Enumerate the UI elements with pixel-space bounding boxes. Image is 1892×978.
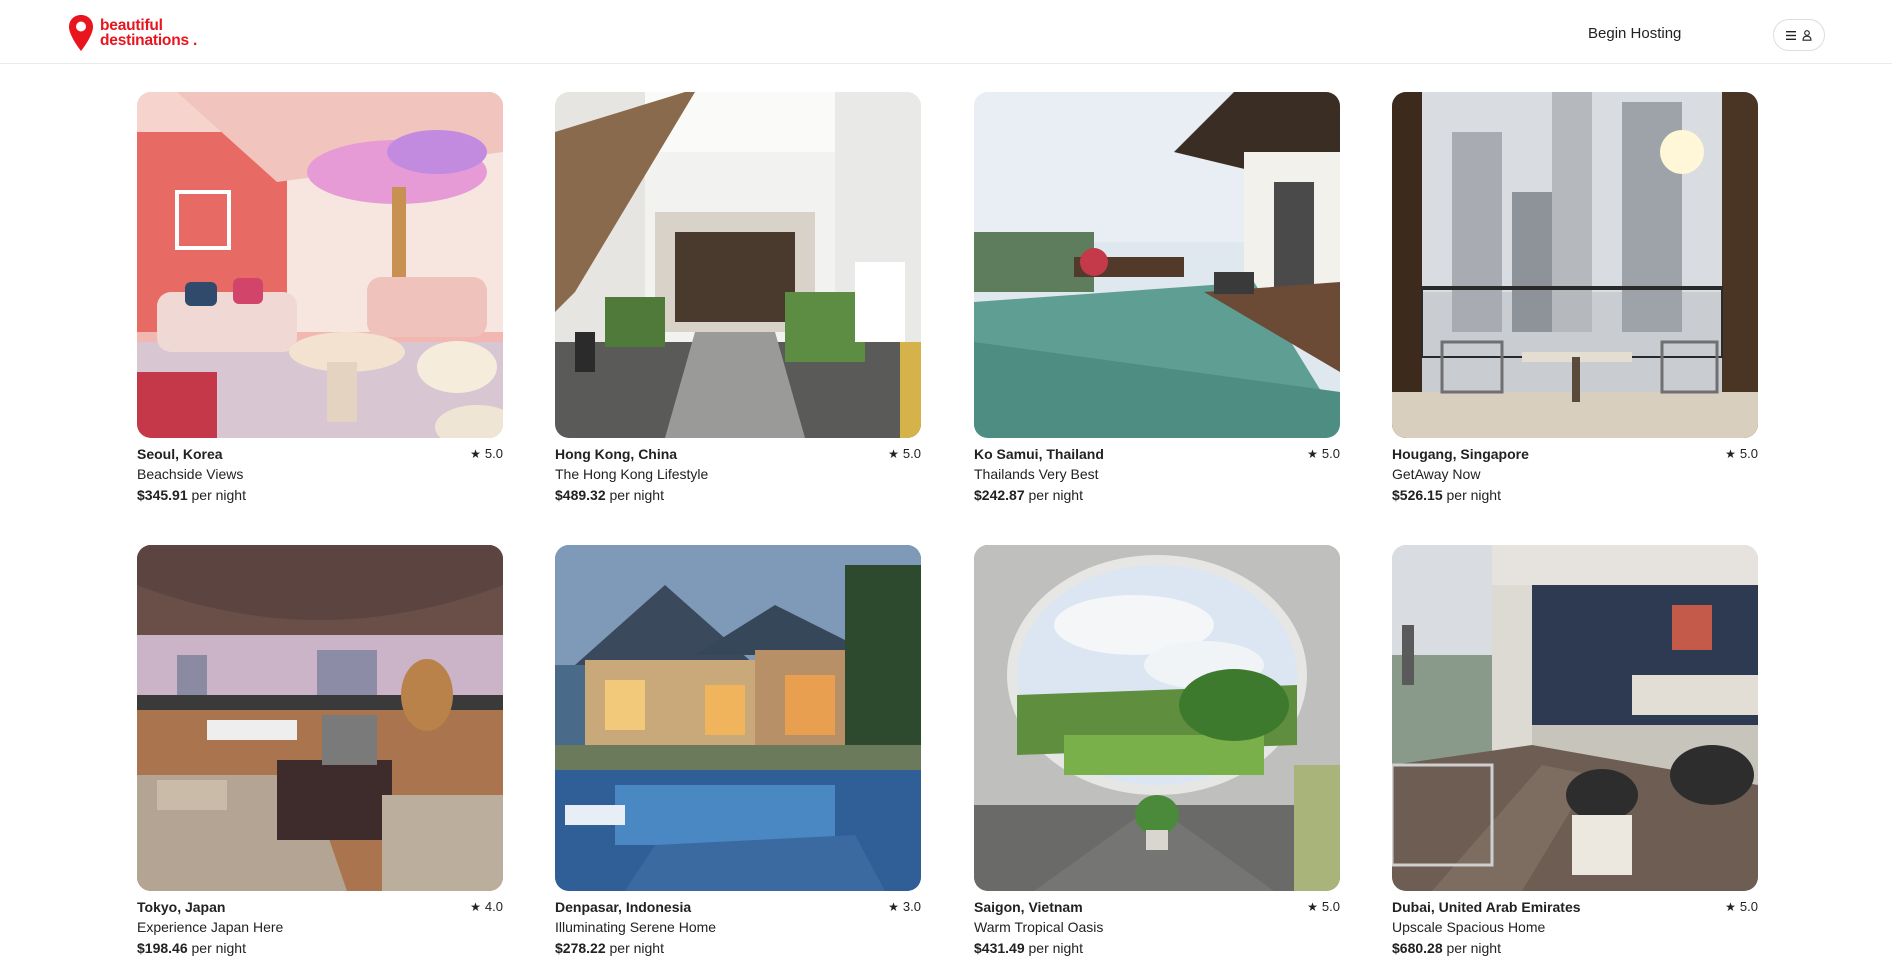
price-unit: per night bbox=[1028, 940, 1083, 956]
listing-photo[interactable] bbox=[974, 92, 1340, 438]
listing-price-row: $526.15 per night bbox=[1392, 486, 1758, 505]
listing-title: Experience Japan Here bbox=[137, 919, 284, 935]
listing-title: Upscale Spacious Home bbox=[1392, 919, 1546, 935]
listing-rating: ★ 5.0 bbox=[470, 446, 503, 461]
star-icon: ★ bbox=[1725, 446, 1736, 461]
listing-price: $680.28 bbox=[1392, 940, 1443, 956]
listing-card-tokyo[interactable]: Tokyo, Japan ★ 4.0 Experience Japan Here … bbox=[137, 545, 503, 958]
listing-price: $345.91 bbox=[137, 487, 188, 503]
star-icon: ★ bbox=[1307, 899, 1318, 914]
listing-rating: ★ 5.0 bbox=[1725, 446, 1758, 461]
price-unit: per night bbox=[1028, 487, 1083, 503]
listing-photo[interactable] bbox=[137, 545, 503, 891]
rating-value: 5.0 bbox=[484, 446, 503, 461]
brand-line1: beautiful bbox=[100, 17, 163, 34]
star-icon: ★ bbox=[1725, 899, 1736, 914]
rating-value: 5.0 bbox=[1321, 899, 1340, 914]
price-unit: per night bbox=[1446, 487, 1501, 503]
listing-price: $198.46 bbox=[137, 940, 188, 956]
price-unit: per night bbox=[191, 940, 246, 956]
rating-value: 5.0 bbox=[902, 446, 921, 461]
listing-title: The Hong Kong Lifestyle bbox=[555, 466, 709, 482]
listing-rating: ★ 4.0 bbox=[470, 899, 503, 914]
price-unit: per night bbox=[1446, 940, 1501, 956]
villa-pool-night-photo bbox=[555, 545, 921, 891]
star-icon: ★ bbox=[470, 446, 481, 461]
rating-value: 5.0 bbox=[1739, 899, 1758, 914]
listing-rating: ★ 5.0 bbox=[1725, 899, 1758, 914]
listing-card-hong-kong[interactable]: Hong Kong, China ★ 5.0 The Hong Kong Life… bbox=[555, 92, 921, 505]
courtyard-house-photo bbox=[555, 92, 921, 438]
listing-title: Illuminating Serene Home bbox=[555, 919, 717, 935]
listing-location: Saigon, Vietnam bbox=[974, 898, 1083, 915]
listing-photo[interactable] bbox=[555, 545, 921, 891]
listing-photo[interactable] bbox=[137, 92, 503, 438]
location-pin-icon bbox=[69, 15, 93, 51]
listing-title: GetAway Now bbox=[1392, 466, 1481, 482]
listing-price-row: $680.28 per night bbox=[1392, 939, 1758, 958]
rating-value: 4.0 bbox=[484, 899, 503, 914]
listing-photo[interactable] bbox=[1392, 92, 1758, 438]
listing-card-seoul[interactable]: Seoul, Korea ★ 5.0 Beachside Views $345.9… bbox=[137, 92, 503, 505]
listing-card-ko-samui[interactable]: Ko Samui, Thailand ★ 5.0 Thailands Very B… bbox=[974, 92, 1340, 505]
listing-price: $489.32 bbox=[555, 487, 606, 503]
listing-price: $278.22 bbox=[555, 940, 606, 956]
listing-rating: ★ 5.0 bbox=[1307, 899, 1340, 914]
oval-window-photo bbox=[974, 545, 1340, 891]
user-icon bbox=[1802, 29, 1812, 41]
listing-rating: ★ 5.0 bbox=[888, 446, 921, 461]
listing-price: $242.87 bbox=[974, 487, 1025, 503]
listing-photo[interactable] bbox=[1392, 545, 1758, 891]
brand-name: beautiful destinations . bbox=[100, 17, 198, 49]
price-unit: per night bbox=[191, 487, 246, 503]
listing-rating: ★ 5.0 bbox=[1307, 446, 1340, 461]
listing-location: Seoul, Korea bbox=[137, 445, 223, 462]
hamburger-icon bbox=[1786, 30, 1796, 40]
price-unit: per night bbox=[609, 487, 664, 503]
modern-balcony-photo bbox=[1392, 545, 1758, 891]
rooftop-terrace-photo bbox=[137, 545, 503, 891]
rating-value: 3.0 bbox=[902, 899, 921, 914]
brand-logo[interactable]: beautiful destinations . bbox=[68, 14, 197, 52]
listing-card-denpasar[interactable]: Denpasar, Indonesia ★ 3.0 Illuminating Se… bbox=[555, 545, 921, 958]
listing-price-row: $198.46 per night bbox=[137, 939, 503, 958]
listing-location: Dubai, United Arab Emirates bbox=[1392, 898, 1581, 915]
city-balcony-photo bbox=[1392, 92, 1758, 438]
rating-value: 5.0 bbox=[1321, 446, 1340, 461]
star-icon: ★ bbox=[888, 446, 899, 461]
user-menu-button[interactable] bbox=[1773, 19, 1825, 51]
listing-price: $431.49 bbox=[974, 940, 1025, 956]
infinity-pool-photo bbox=[974, 92, 1340, 438]
star-icon: ★ bbox=[470, 899, 481, 914]
listing-card-hougang[interactable]: Hougang, Singapore ★ 5.0 GetAway Now $526… bbox=[1392, 92, 1758, 505]
price-unit: per night bbox=[609, 940, 664, 956]
listing-photo[interactable] bbox=[974, 545, 1340, 891]
listing-price: $526.15 bbox=[1392, 487, 1443, 503]
listing-price-row: $489.32 per night bbox=[555, 486, 921, 505]
listing-title: Warm Tropical Oasis bbox=[974, 919, 1104, 935]
rating-value: 5.0 bbox=[1739, 446, 1758, 461]
listing-title: Thailands Very Best bbox=[974, 466, 1099, 482]
listing-photo[interactable] bbox=[555, 92, 921, 438]
listing-price-row: $278.22 per night bbox=[555, 939, 921, 958]
top-navbar: beautiful destinations . Begin Hosting bbox=[0, 0, 1892, 64]
star-icon: ★ bbox=[1307, 446, 1318, 461]
brand-line2: destinations . bbox=[100, 32, 198, 49]
listing-title: Beachside Views bbox=[137, 466, 244, 482]
listing-card-dubai[interactable]: Dubai, United Arab Emirates ★ 5.0 Upscale… bbox=[1392, 545, 1758, 958]
listing-price-row: $242.87 per night bbox=[974, 486, 1340, 505]
listing-location: Denpasar, Indonesia bbox=[555, 898, 692, 915]
listing-location: Tokyo, Japan bbox=[137, 898, 226, 915]
listing-rating: ★ 3.0 bbox=[888, 899, 921, 914]
listing-price-row: $431.49 per night bbox=[974, 939, 1340, 958]
listing-card-saigon[interactable]: Saigon, Vietnam ★ 5.0 Warm Tropical Oasis… bbox=[974, 545, 1340, 958]
listing-location: Hougang, Singapore bbox=[1392, 445, 1529, 462]
listing-price-row: $345.91 per night bbox=[137, 486, 503, 505]
star-icon: ★ bbox=[888, 899, 899, 914]
listing-location: Hong Kong, China bbox=[555, 445, 678, 462]
listing-location: Ko Samui, Thailand bbox=[974, 445, 1104, 462]
begin-hosting-link[interactable]: Begin Hosting bbox=[1588, 25, 1681, 42]
pink-lounge-photo bbox=[137, 92, 503, 438]
